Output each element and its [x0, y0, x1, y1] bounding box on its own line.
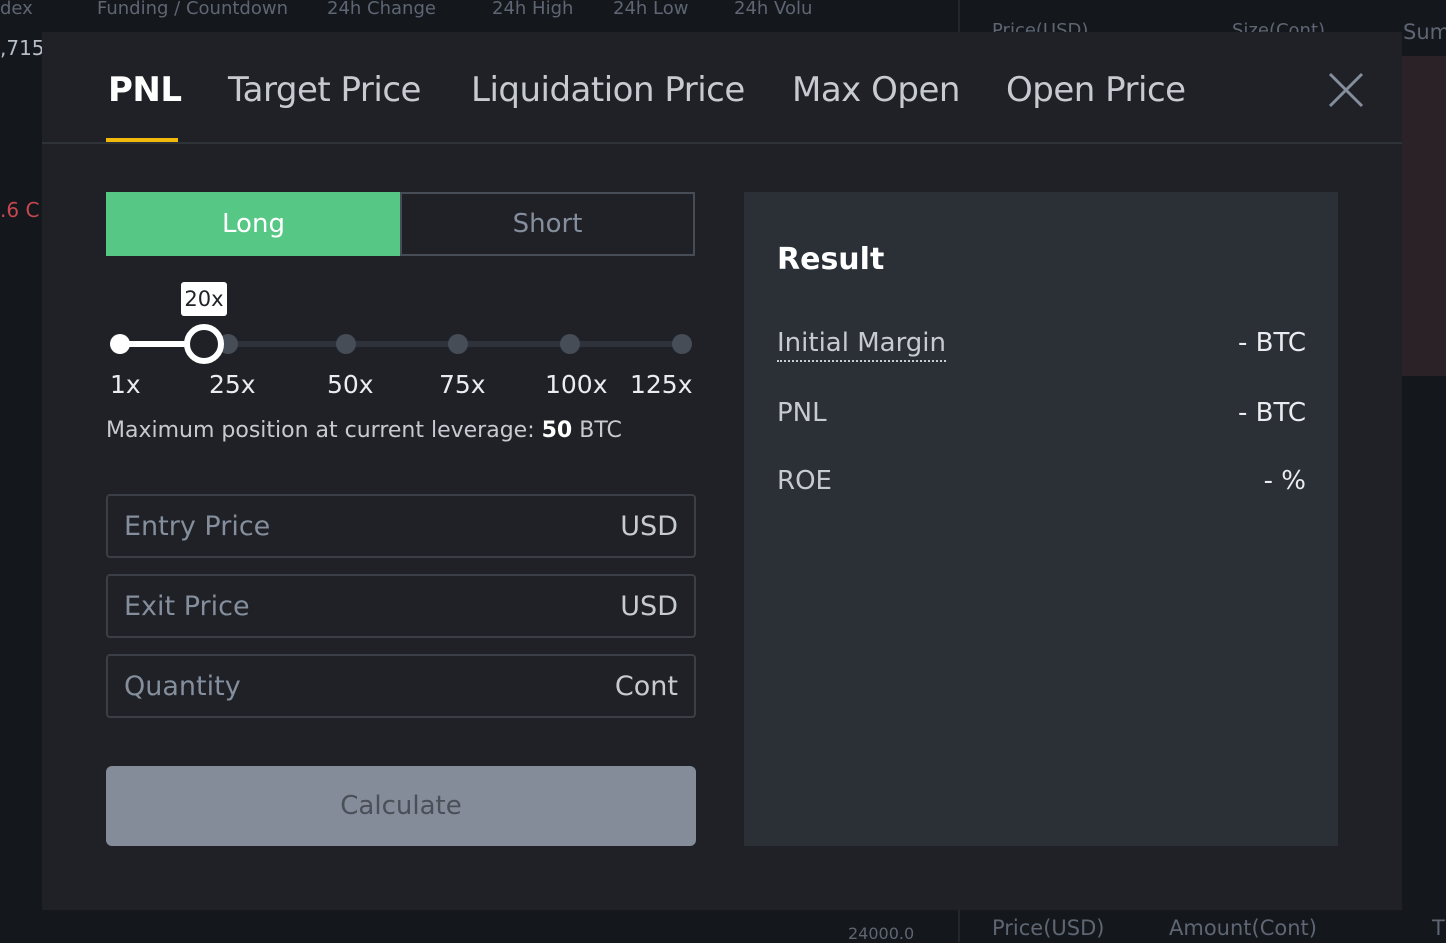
- tab-open-price[interactable]: Open Price: [1006, 70, 1186, 110]
- calculator-modal: PNL Target Price Liquidation Price Max O…: [42, 32, 1402, 910]
- exit-price-input[interactable]: Exit Price USD: [106, 574, 696, 638]
- header-volume: 24h Volu: [734, 0, 813, 19]
- result-row-roe: ROE - %: [777, 466, 1306, 496]
- mark-label: 100x: [545, 370, 608, 399]
- trades-amount-header: Amount(Cont): [1169, 916, 1317, 940]
- tab-pnl[interactable]: PNL: [108, 70, 182, 110]
- tab-liquidation-price[interactable]: Liquidation Price: [471, 70, 745, 110]
- slider-mark-125x[interactable]: [672, 334, 692, 354]
- mark-label: 50x: [327, 370, 374, 399]
- orderbook-sum-header: Sum: [1403, 20, 1446, 44]
- mark-label: 1x: [110, 370, 141, 399]
- entry-price-input[interactable]: Entry Price USD: [106, 494, 696, 558]
- header-funding: Funding / Countdown: [97, 0, 288, 19]
- slider-handle[interactable]: [184, 324, 224, 364]
- leverage-tooltip: 20x: [181, 282, 227, 316]
- close-icon[interactable]: [1326, 70, 1366, 110]
- result-row-initial-margin: Initial Margin - BTC: [777, 328, 1306, 362]
- max-position-text: Maximum position at current leverage: 50…: [106, 418, 622, 443]
- header-high: 24h High: [492, 0, 574, 19]
- mark-label: 75x: [439, 370, 486, 399]
- tab-bar: PNL Target Price Liquidation Price Max O…: [42, 32, 1402, 144]
- tab-max-open[interactable]: Max Open: [792, 70, 960, 110]
- trades-price-header: Price(USD): [992, 916, 1105, 940]
- mark-label: 25x: [209, 370, 256, 399]
- short-button[interactable]: Short: [400, 192, 695, 256]
- slider-mark-1x[interactable]: [110, 334, 130, 354]
- calculate-button[interactable]: Calculate: [106, 766, 696, 846]
- trades-time-header: T: [1432, 916, 1445, 940]
- header-change: 24h Change: [327, 0, 436, 19]
- result-row-pnl: PNL - BTC: [777, 398, 1306, 428]
- price-partial: ,715: [0, 36, 45, 60]
- quantity-input[interactable]: Quantity Cont: [106, 654, 696, 718]
- active-tab-indicator: [106, 138, 178, 142]
- slider-mark-50x[interactable]: [336, 334, 356, 354]
- max-position-value: 50: [541, 418, 573, 443]
- slider-mark-75x[interactable]: [448, 334, 468, 354]
- header-index: dex: [0, 0, 33, 19]
- mark-label: 125x: [630, 370, 693, 399]
- tab-target-price[interactable]: Target Price: [228, 70, 421, 110]
- slider-mark-100x[interactable]: [560, 334, 580, 354]
- ticker-partial: .6 C: [0, 198, 40, 222]
- result-panel: Result Initial Margin - BTC PNL - BTC RO…: [744, 192, 1338, 846]
- chart-axis-label: 24000.0: [848, 924, 915, 943]
- result-title: Result: [777, 242, 885, 277]
- header-low: 24h Low: [613, 0, 689, 19]
- long-button[interactable]: Long: [106, 192, 401, 256]
